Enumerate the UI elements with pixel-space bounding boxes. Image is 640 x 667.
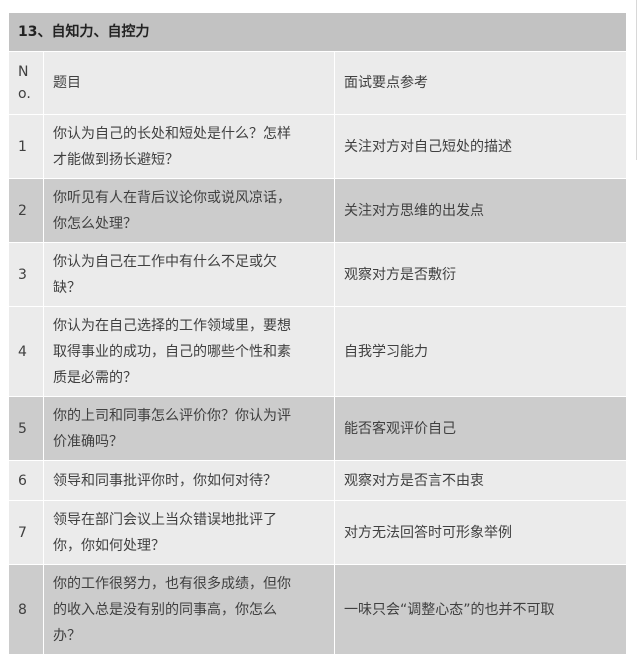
table-row: 6 领导和同事批评你时，你如何对待？ 观察对方是否言不由衷 [8, 460, 628, 501]
row-number: 5 [8, 396, 44, 461]
page-edge-line [636, 0, 637, 160]
row-number: 3 [8, 242, 44, 307]
section-title: 13、自知力、自控力 [7, 12, 628, 52]
row-number: 4 [8, 306, 44, 397]
point-cell: 关注对方对自己短处的描述 [333, 114, 628, 179]
header-points: 面试要点参考 [333, 51, 628, 115]
question-line: 质是必需的？ [53, 369, 137, 386]
table-row: 8 你的工作很努力，也有很多成绩，但你 的收入总是没有别的同事高，你怎么 办？ … [8, 564, 628, 655]
point-cell: 观察对方是否敷衍 [333, 242, 628, 307]
question-cell: 你的工作很努力，也有很多成绩，但你 的收入总是没有别的同事高，你怎么 办？ [43, 564, 335, 655]
table-row: 1 你认为自己的长处和短处是什么？怎样 才能做到扬长避短？ 关注对方对自己短处的… [8, 114, 628, 179]
question-line: 你听见有人在背后议论你或说风凉话， [53, 189, 291, 206]
header-row: N o. 题目 面试要点参考 [8, 51, 628, 115]
table-row: 3 你认为自己在工作中有什么不足或欠 缺？ 观察对方是否敷衍 [8, 242, 628, 307]
question-line: 缺？ [53, 279, 81, 296]
interview-question-table: 13、自知力、自控力 N o. 题目 面试要点参考 1 你认为自己的长处和短处是… [7, 12, 628, 655]
table-row: 2 你听见有人在背后议论你或说风凉话， 你怎么处理？ 关注对方思维的出发点 [8, 178, 628, 243]
question-cell: 你认为自己在工作中有什么不足或欠 缺？ [43, 242, 335, 307]
question-line: 你认为自己的长处和短处是什么？怎样 [53, 125, 291, 142]
point-cell: 观察对方是否言不由衷 [333, 460, 628, 501]
question-cell: 领导和同事批评你时，你如何对待？ [43, 460, 335, 501]
question-cell: 你认为自己的长处和短处是什么？怎样 才能做到扬长避短？ [43, 114, 335, 179]
question-line: 你认为在自己选择的工作领域里，要想 [53, 317, 291, 334]
question-cell: 你听见有人在背后议论你或说风凉话， 你怎么处理？ [43, 178, 335, 243]
question-cell: 你认为在自己选择的工作领域里，要想 取得事业的成功，自己的哪些个性和素 质是必需… [43, 306, 335, 397]
question-line: 你，你如何处理？ [53, 537, 165, 554]
question-line: 你认为自己在工作中有什么不足或欠 [53, 253, 277, 270]
header-no: N o. [8, 51, 44, 115]
row-number: 2 [8, 178, 44, 243]
question-line: 你怎么处理？ [53, 215, 137, 232]
table-row: 4 你认为在自己选择的工作领域里，要想 取得事业的成功，自己的哪些个性和素 质是… [8, 306, 628, 397]
question-line: 才能做到扬长避短？ [53, 151, 179, 168]
row-number: 7 [8, 500, 44, 565]
question-line: 办？ [53, 627, 81, 644]
point-cell: 关注对方思维的出发点 [333, 178, 628, 243]
header-question: 题目 [43, 51, 335, 115]
point-cell: 对方无法回答时可形象举例 [333, 500, 628, 565]
question-line: 领导和同事批评你时，你如何对待？ [53, 472, 277, 489]
question-line: 领导在部门会议上当众错误地批评了 [53, 511, 277, 528]
question-line: 你的上司和同事怎么评价你？你认为评 [53, 407, 291, 424]
question-line: 的收入总是没有别的同事高，你怎么 [53, 601, 277, 618]
question-line: 取得事业的成功，自己的哪些个性和素 [53, 343, 291, 360]
point-cell: 能否客观评价自己 [333, 396, 628, 461]
point-cell: 自我学习能力 [333, 306, 628, 397]
table-row: 7 领导在部门会议上当众错误地批评了 你，你如何处理？ 对方无法回答时可形象举例 [8, 500, 628, 565]
section-title-row: 13、自知力、自控力 [7, 12, 628, 52]
point-cell: 一味只会“调整心态”的也并不可取 [333, 564, 628, 655]
row-number: 1 [8, 114, 44, 179]
row-number: 6 [8, 460, 44, 501]
row-number: 8 [8, 564, 44, 655]
question-line: 价准确吗？ [53, 433, 123, 450]
question-cell: 你的上司和同事怎么评价你？你认为评 价准确吗？ [43, 396, 335, 461]
question-cell: 领导在部门会议上当众错误地批评了 你，你如何处理？ [43, 500, 335, 565]
question-line: 你的工作很努力，也有很多成绩，但你 [53, 575, 291, 592]
table-row: 5 你的上司和同事怎么评价你？你认为评 价准确吗？ 能否客观评价自己 [8, 396, 628, 461]
